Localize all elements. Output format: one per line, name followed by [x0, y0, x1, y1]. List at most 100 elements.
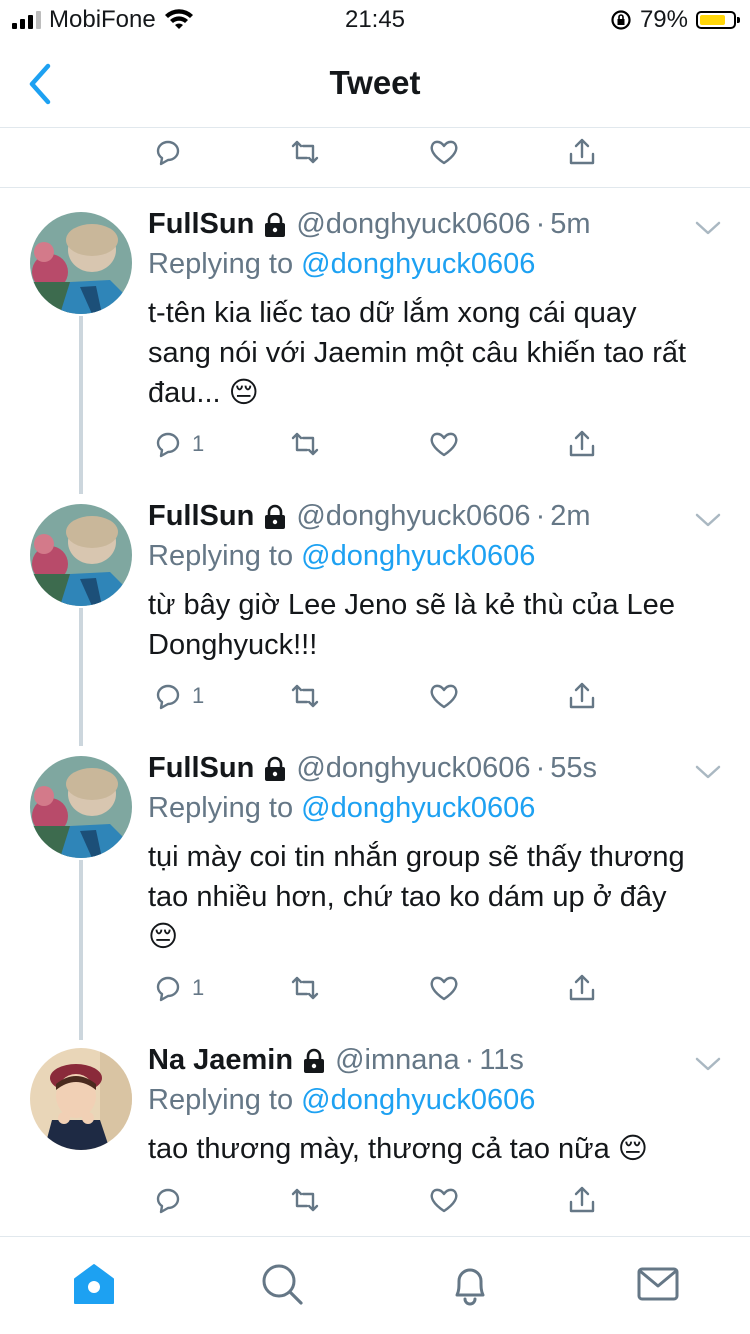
- timestamp[interactable]: 5m: [550, 208, 590, 241]
- tweet-text: tao thương mày, thương cả tao nữa 😔: [148, 1129, 728, 1169]
- lock-icon: [265, 212, 286, 237]
- display-name[interactable]: FullSun: [148, 208, 254, 241]
- display-name[interactable]: FullSun: [148, 500, 254, 533]
- retweet-button[interactable]: [289, 680, 321, 712]
- like-button[interactable]: [428, 136, 460, 168]
- display-name[interactable]: Na Jaemin: [148, 1044, 293, 1077]
- home-icon[interactable]: [71, 1261, 117, 1307]
- reply-count: 1: [192, 683, 205, 708]
- share-button[interactable]: [566, 972, 598, 1004]
- reply-button[interactable]: [152, 136, 184, 168]
- replying-to-link[interactable]: @donghyuck0606: [301, 540, 535, 572]
- retweet-icon: [291, 1188, 319, 1212]
- replying-prefix: Replying to: [148, 248, 294, 280]
- retweet-icon: [291, 684, 319, 708]
- share-icon: [569, 138, 595, 165]
- separator: ·: [535, 208, 546, 240]
- tweet-text-line: tao nhiều hơn, chứ tao ko dám up ở đây: [148, 881, 667, 913]
- retweet-button[interactable]: [289, 136, 321, 168]
- timestamp[interactable]: 55s: [550, 752, 597, 785]
- search-icon[interactable]: [259, 1261, 305, 1307]
- share-icon: [569, 682, 595, 709]
- share-button[interactable]: [566, 1184, 598, 1216]
- separator: ·: [535, 752, 546, 784]
- user-handle[interactable]: @donghyuck0606: [296, 208, 530, 241]
- like-icon: [430, 432, 458, 457]
- thread-line: [79, 608, 83, 746]
- reply-icon: [156, 140, 180, 166]
- like-icon: [430, 684, 458, 709]
- retweet-button[interactable]: [289, 428, 321, 460]
- like-button[interactable]: [428, 680, 460, 712]
- reply-icon: [156, 432, 180, 458]
- separator: ·: [535, 500, 546, 532]
- reply-count: 1: [192, 975, 205, 1000]
- share-button[interactable]: [566, 680, 598, 712]
- reply-button[interactable]: 1: [152, 428, 204, 460]
- reply-button[interactable]: 1: [152, 680, 204, 712]
- battery-info: 79%: [610, 6, 740, 34]
- reply-icon: [156, 1188, 180, 1214]
- messages-icon[interactable]: [635, 1261, 681, 1307]
- reply-count: 1: [192, 431, 205, 456]
- lock-icon: [304, 1048, 325, 1073]
- battery-icon: [696, 11, 740, 29]
- retweet-button[interactable]: [289, 972, 321, 1004]
- navigation-bar: Tweet: [0, 40, 750, 128]
- reply-icon: [156, 976, 180, 1002]
- reply-button[interactable]: [152, 1184, 192, 1216]
- avatar[interactable]: [30, 212, 132, 314]
- like-button[interactable]: [428, 1184, 460, 1216]
- thread-line: [79, 860, 83, 1040]
- tweet-text-line: Donghyuck!!!: [148, 629, 318, 661]
- share-button[interactable]: [566, 428, 598, 460]
- avatar[interactable]: [30, 1048, 132, 1150]
- timestamp[interactable]: 2m: [550, 500, 590, 533]
- replying-to: Replying to @donghyuck0606: [148, 248, 535, 281]
- tweet-text-line: t-tên kia liếc tao dữ lắm xong cái quay: [148, 297, 637, 329]
- tweet-text-line: đau... 😔: [148, 377, 259, 409]
- share-button[interactable]: [566, 136, 598, 168]
- lock-icon: [265, 756, 286, 781]
- battery-percent: 79%: [639, 6, 688, 33]
- like-button[interactable]: [428, 972, 460, 1004]
- retweet-button[interactable]: [289, 1184, 321, 1216]
- thread-line: [79, 316, 83, 494]
- replying-to: Replying to @donghyuck0606: [148, 540, 535, 573]
- replying-to-link[interactable]: @donghyuck0606: [301, 248, 535, 280]
- reply-button[interactable]: 1: [152, 972, 204, 1004]
- like-button[interactable]: [428, 428, 460, 460]
- share-icon: [569, 974, 595, 1001]
- user-handle[interactable]: @donghyuck0606: [296, 752, 530, 785]
- rotation-lock-icon: [611, 10, 631, 30]
- retweet-icon: [291, 976, 319, 1000]
- chevron-down-icon[interactable]: [694, 218, 722, 238]
- tab-bar: [0, 1236, 750, 1334]
- like-icon: [430, 1188, 458, 1213]
- user-handle[interactable]: @donghyuck0606: [296, 500, 530, 533]
- reply-icon: [156, 684, 180, 710]
- chevron-down-icon[interactable]: [694, 1054, 722, 1074]
- retweet-icon: [291, 140, 319, 164]
- replying-prefix: Replying to: [148, 1084, 294, 1116]
- avatar[interactable]: [30, 504, 132, 606]
- page-title: Tweet: [329, 64, 421, 101]
- avatar[interactable]: [30, 756, 132, 858]
- tweet-text-line: 😔: [148, 921, 179, 953]
- lock-icon: [265, 504, 286, 529]
- replying-prefix: Replying to: [148, 540, 294, 572]
- separator: ·: [464, 1044, 475, 1076]
- notifications-icon[interactable]: [447, 1261, 493, 1307]
- replying-to-link[interactable]: @donghyuck0606: [301, 1084, 535, 1116]
- tweet-text-line: tao thương mày, thương cả tao nữa 😔: [148, 1133, 648, 1165]
- user-handle[interactable]: @imnana: [335, 1044, 460, 1077]
- tweet-text-line: từ bây giờ Lee Jeno sẽ là kẻ thù của Lee: [148, 589, 675, 621]
- share-icon: [569, 1186, 595, 1213]
- chevron-down-icon[interactable]: [694, 510, 722, 530]
- chevron-down-icon[interactable]: [694, 762, 722, 782]
- timestamp[interactable]: 11s: [479, 1044, 524, 1077]
- tweet-text: từ bây giờ Lee Jeno sẽ là kẻ thù của Lee…: [148, 585, 728, 665]
- replying-to: Replying to @donghyuck0606: [148, 792, 535, 825]
- display-name[interactable]: FullSun: [148, 752, 254, 785]
- replying-to-link[interactable]: @donghyuck0606: [301, 792, 535, 824]
